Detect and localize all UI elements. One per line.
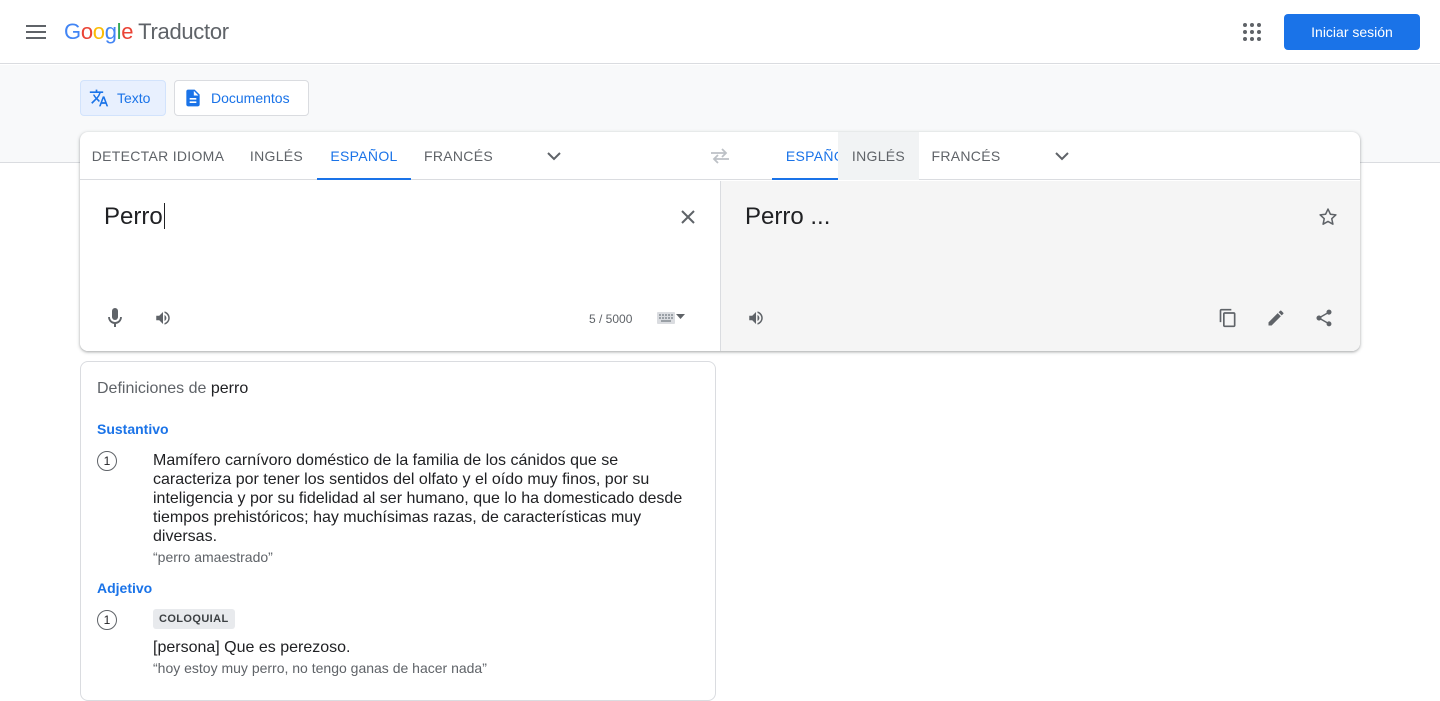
mode-text-button[interactable]: Texto bbox=[80, 80, 166, 116]
edit-icon[interactable] bbox=[1256, 298, 1296, 338]
translate-icon bbox=[89, 89, 109, 107]
src-tab-detect[interactable]: DETECTAR IDIOMA bbox=[80, 132, 236, 180]
translation-card: DETECTAR IDIOMA INGLÉS ESPAÑOL FRANCÉS E… bbox=[80, 132, 1360, 351]
source-speaker-icon[interactable] bbox=[143, 298, 183, 338]
definition-example: “hoy estoy muy perro, no tengo ganas de … bbox=[153, 660, 487, 676]
definition-text: [persona] Que es perezoso. bbox=[153, 639, 351, 656]
product-name: Traductor bbox=[138, 19, 229, 44]
microphone-icon[interactable] bbox=[95, 298, 135, 338]
src-more-languages-icon[interactable] bbox=[542, 144, 566, 168]
source-pane: Perro 5 / 5000 bbox=[80, 181, 720, 351]
src-tab-french[interactable]: FRANCÉS bbox=[411, 132, 506, 180]
language-bar: DETECTAR IDIOMA INGLÉS ESPAÑOL FRANCÉS E… bbox=[80, 132, 1360, 180]
definition-number: 1 bbox=[97, 451, 117, 471]
swap-languages-icon[interactable] bbox=[708, 144, 732, 168]
source-textarea[interactable]: Perro bbox=[104, 203, 165, 231]
definitions-word: perro bbox=[210, 380, 249, 397]
source-text: Perro bbox=[104, 203, 163, 230]
tgt-more-languages-icon[interactable] bbox=[1050, 144, 1074, 168]
translation-output: Perro ... bbox=[745, 203, 831, 230]
share-icon[interactable] bbox=[1304, 298, 1344, 338]
mode-documents-label: Documentos bbox=[211, 90, 290, 106]
star-icon[interactable] bbox=[1308, 197, 1348, 237]
definition-example: “perro amaestrado” bbox=[153, 549, 273, 565]
register-tag: COLOQUIAL bbox=[153, 609, 235, 629]
keyboard-dropdown-icon[interactable] bbox=[670, 296, 690, 336]
logo-letter: o bbox=[80, 19, 93, 44]
mode-text-label: Texto bbox=[117, 90, 151, 106]
definition-number: 1 bbox=[97, 610, 117, 630]
definitions-title-prefix: Definiciones de bbox=[97, 380, 207, 397]
logo-letter: g bbox=[104, 19, 117, 44]
src-tab-spanish[interactable]: ESPAÑOL bbox=[317, 132, 411, 180]
target-speaker-icon[interactable] bbox=[736, 298, 776, 338]
part-of-speech-noun: Sustantivo bbox=[97, 421, 169, 437]
src-tab-english[interactable]: INGLÉS bbox=[236, 132, 317, 180]
menu-icon[interactable] bbox=[20, 16, 52, 48]
part-of-speech-adjective: Adjetivo bbox=[97, 580, 153, 596]
logo-letter: o bbox=[92, 19, 105, 44]
target-pane: Perro ... bbox=[720, 181, 1360, 351]
text-caret bbox=[163, 203, 165, 229]
definitions-title: Definiciones de perro bbox=[97, 380, 248, 398]
google-translate-logo[interactable]: Google Traductor bbox=[64, 19, 229, 45]
character-count: 5 / 5000 bbox=[589, 312, 633, 326]
tgt-tab-french[interactable]: FRANCÉS bbox=[919, 132, 1013, 180]
top-app-bar: Google Traductor Iniciar sesión bbox=[0, 0, 1440, 64]
logo-letter: e bbox=[121, 19, 134, 44]
tgt-tab-english[interactable]: INGLÉS bbox=[838, 132, 919, 180]
document-icon bbox=[186, 89, 200, 107]
copy-icon[interactable] bbox=[1208, 298, 1248, 338]
signin-button[interactable]: Iniciar sesión bbox=[1284, 14, 1420, 50]
mode-documents-button[interactable]: Documentos bbox=[174, 80, 309, 116]
logo-letter: G bbox=[64, 19, 81, 44]
apps-grid-icon[interactable] bbox=[1236, 16, 1268, 48]
clear-source-icon[interactable] bbox=[668, 197, 708, 237]
definition-text: Mamífero carnívoro doméstico de la famil… bbox=[153, 452, 683, 545]
definitions-card: Definiciones de perro Sustantivo 1 Mamíf… bbox=[80, 361, 716, 701]
